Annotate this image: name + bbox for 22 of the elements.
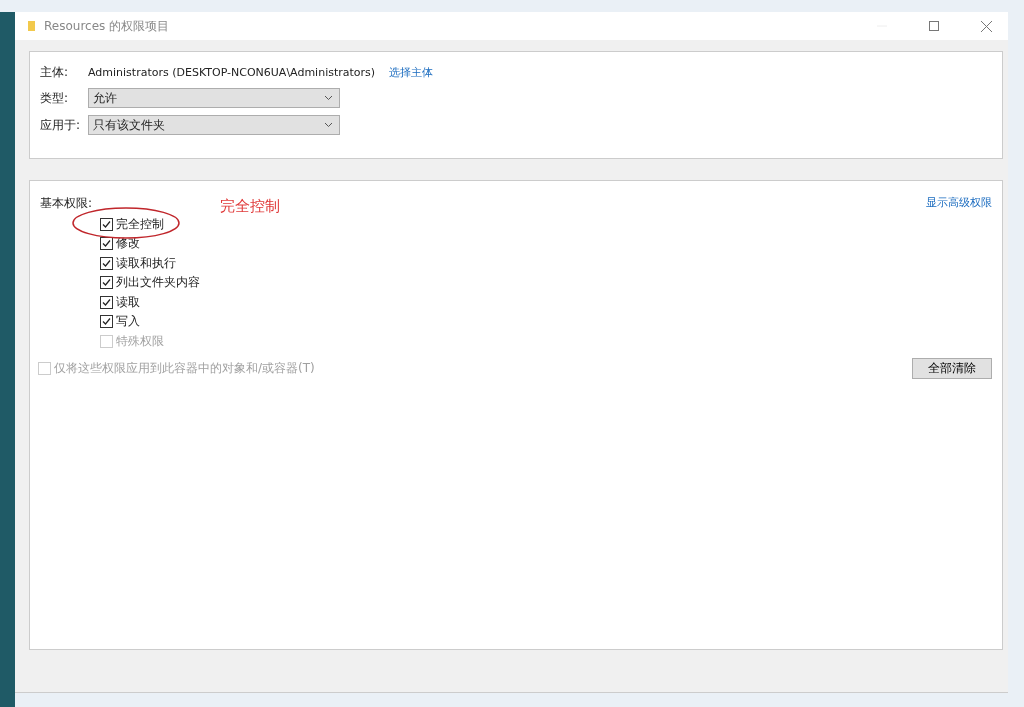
dropdown[interactable]: 允许: [88, 88, 340, 108]
field-label: 类型:: [40, 89, 70, 107]
permission-checkbox[interactable]: 写入: [100, 313, 140, 330]
clear-all-button[interactable]: 全部清除: [912, 357, 992, 379]
annotation-text: 完全控制: [220, 197, 280, 216]
principal-name: Administrators (DESKTOP-NCON6UA\Administrators): [88, 66, 376, 79]
permission-checkbox[interactable]: 读取和执行: [100, 255, 176, 272]
window-title: Resources 的权限项目: [44, 17, 171, 35]
folder-icon: [27, 20, 36, 32]
select-principal-link[interactable]: 选择主体: [389, 65, 434, 80]
dropdown[interactable]: 只有该文件夹: [88, 115, 340, 135]
permission-checkbox[interactable]: 读取: [100, 294, 140, 311]
chevron-down-icon: [324, 95, 333, 101]
field-label: 主体:: [40, 64, 70, 81]
field-label: 应用于:: [40, 116, 82, 134]
permission-checkbox[interactable]: 修改: [100, 235, 140, 252]
advanced-permissions-link[interactable]: 显示高级权限: [926, 195, 992, 212]
permission-checkbox[interactable]: 列出文件夹内容: [100, 274, 200, 291]
section-title: 基本权限:: [40, 195, 93, 212]
close-icon: [980, 20, 992, 32]
maximize-icon: [929, 21, 939, 31]
chevron-down-icon: [324, 122, 333, 128]
